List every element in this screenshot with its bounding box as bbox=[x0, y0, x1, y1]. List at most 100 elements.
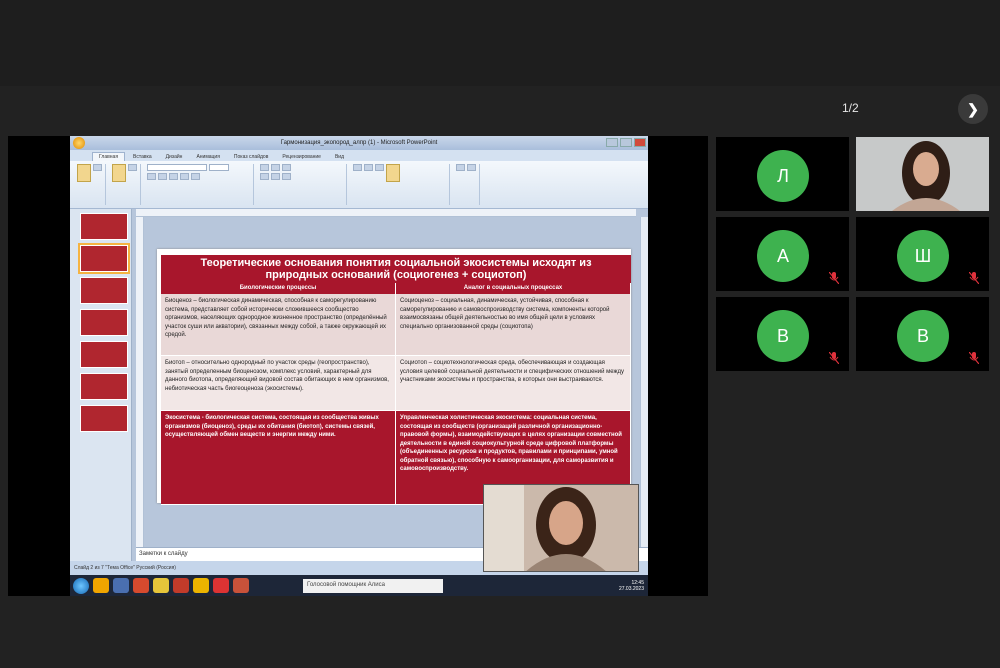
vertical-ruler bbox=[136, 217, 144, 547]
ppt-window-title: Гармонизация_экопород_алпр (1) - Microso… bbox=[280, 140, 438, 146]
participant-tile[interactable]: А bbox=[716, 217, 849, 291]
table-cell: Экосистема - биологическая система, сост… bbox=[161, 411, 396, 505]
yandex-browser-icon[interactable] bbox=[193, 578, 209, 593]
chevron-right-icon: ❯ bbox=[967, 100, 979, 117]
participant-avatar: В bbox=[897, 310, 949, 362]
slide-thumbnail[interactable] bbox=[80, 213, 128, 240]
tab-view[interactable]: Вид bbox=[329, 153, 350, 161]
muted-mic-icon bbox=[829, 352, 839, 364]
app-icon[interactable] bbox=[153, 578, 169, 593]
participant-tile[interactable]: В bbox=[716, 297, 849, 371]
slide-thumbnail[interactable] bbox=[80, 341, 128, 368]
maximize-icon[interactable] bbox=[620, 138, 632, 147]
arrow-shape-icon[interactable] bbox=[364, 164, 373, 171]
voice-assistant-search[interactable]: Голосовой помощник Алиса bbox=[303, 578, 443, 593]
app-icon[interactable] bbox=[213, 578, 229, 593]
column-header-right: Аналог в социальных процессах bbox=[396, 283, 631, 294]
slide-title-line2: природных оснований (социогенез + социот… bbox=[265, 269, 527, 281]
app-icon[interactable] bbox=[173, 578, 189, 593]
participant-silhouette bbox=[856, 137, 989, 211]
participant-avatar: В bbox=[757, 310, 809, 362]
participant-tile[interactable]: В bbox=[856, 297, 989, 371]
presenter-video-overlay bbox=[483, 484, 639, 572]
align-center-icon[interactable] bbox=[271, 173, 280, 180]
ribbon bbox=[70, 161, 648, 209]
italic-icon[interactable] bbox=[158, 173, 167, 180]
font-size-select[interactable] bbox=[209, 164, 229, 171]
system-clock: 12:45 27.03.2023 bbox=[619, 580, 644, 592]
arrange-icon[interactable] bbox=[386, 164, 400, 182]
next-page-button[interactable]: ❯ bbox=[958, 94, 988, 124]
slide-title: Теоретические основания понятия социальн… bbox=[161, 255, 631, 283]
slide-thumbnail[interactable] bbox=[80, 277, 128, 304]
slide-thumbnail[interactable] bbox=[80, 405, 128, 432]
numbering-icon[interactable] bbox=[271, 164, 280, 171]
participant-avatar: Ш bbox=[897, 230, 949, 282]
muted-mic-icon bbox=[969, 272, 979, 284]
slides-group bbox=[109, 164, 141, 205]
participant-video-tile[interactable] bbox=[856, 137, 989, 211]
vertical-scrollbar[interactable] bbox=[640, 217, 648, 547]
shape-icon[interactable] bbox=[353, 164, 362, 171]
table-cell: Социотоп – социотехнологическая среда, о… bbox=[396, 356, 631, 411]
strike-icon[interactable] bbox=[180, 173, 189, 180]
bold-icon[interactable] bbox=[147, 173, 156, 180]
media-icon[interactable] bbox=[113, 578, 129, 593]
align-right-icon[interactable] bbox=[282, 173, 291, 180]
replace-icon[interactable] bbox=[467, 164, 476, 171]
slide-thumbnail[interactable] bbox=[80, 373, 128, 400]
slide-thumbnail-selected[interactable] bbox=[78, 243, 130, 274]
horizontal-ruler bbox=[136, 209, 636, 217]
font-select[interactable] bbox=[147, 164, 207, 171]
chrome-icon[interactable] bbox=[133, 578, 149, 593]
editing-group bbox=[453, 164, 480, 205]
layout-icon[interactable] bbox=[128, 164, 137, 171]
participant-avatar: Л bbox=[757, 150, 809, 202]
window-controls bbox=[606, 138, 646, 147]
tab-home[interactable]: Главная bbox=[92, 152, 126, 161]
minimize-icon[interactable] bbox=[606, 138, 618, 147]
ppt-titlebar: Гармонизация_экопород_алпр (1) - Microso… bbox=[70, 136, 648, 150]
start-button-icon[interactable] bbox=[73, 577, 89, 594]
close-icon[interactable] bbox=[634, 138, 646, 147]
tab-animation[interactable]: Анимация bbox=[190, 153, 225, 161]
oval-shape-icon[interactable] bbox=[375, 164, 384, 171]
participant-tile[interactable]: Л bbox=[716, 137, 849, 211]
video-conference-window: 1/2 ❯ Гармонизация_экопород_алпр (1) - M… bbox=[0, 0, 1000, 668]
indent-icon[interactable] bbox=[282, 164, 291, 171]
slide-table: Биологические процессы Аналог в социальн… bbox=[161, 283, 631, 505]
muted-mic-icon bbox=[829, 272, 839, 284]
clipboard-group bbox=[74, 164, 106, 205]
paragraph-group bbox=[257, 164, 347, 205]
tab-design[interactable]: Дизайн bbox=[160, 153, 189, 161]
table-header: Биологические процессы Аналог в социальн… bbox=[161, 283, 631, 294]
presenter-silhouette bbox=[484, 485, 638, 571]
office-button-icon[interactable] bbox=[73, 137, 85, 149]
align-left-icon[interactable] bbox=[260, 173, 269, 180]
top-bar bbox=[0, 0, 1000, 86]
tab-insert[interactable]: Вставка bbox=[127, 153, 158, 161]
bullets-icon[interactable] bbox=[260, 164, 269, 171]
table-row: Биоценоз – биологическая динамическая, с… bbox=[161, 294, 631, 356]
powerpoint-icon[interactable] bbox=[233, 578, 249, 593]
cut-icon[interactable] bbox=[93, 164, 102, 171]
table-cell: Биотоп – относительно однородный по учас… bbox=[161, 356, 396, 411]
muted-mic-icon bbox=[969, 352, 979, 364]
participant-tile[interactable]: Ш bbox=[856, 217, 989, 291]
participant-avatar: А bbox=[757, 230, 809, 282]
slide-canvas[interactable]: Теоретические основания понятия социальн… bbox=[157, 249, 631, 505]
tab-slideshow[interactable]: Показ слайдов bbox=[228, 153, 274, 161]
table-cell: Социоценоз – социальная, динамическая, у… bbox=[396, 294, 631, 356]
ribbon-tabs: Главная Вставка Дизайн Анимация Показ сл… bbox=[70, 150, 648, 161]
slide-thumbnail[interactable] bbox=[80, 309, 128, 336]
new-slide-icon[interactable] bbox=[112, 164, 126, 182]
drawing-group bbox=[350, 164, 450, 205]
underline-icon[interactable] bbox=[169, 173, 178, 180]
table-row: Биотоп – относительно однородный по учас… bbox=[161, 356, 631, 411]
slide-thumbnails bbox=[70, 209, 132, 575]
explorer-icon[interactable] bbox=[93, 578, 109, 593]
shadow-icon[interactable] bbox=[191, 173, 200, 180]
tab-review[interactable]: Рецензирование bbox=[276, 153, 327, 161]
paste-icon[interactable] bbox=[77, 164, 91, 182]
find-icon[interactable] bbox=[456, 164, 465, 171]
